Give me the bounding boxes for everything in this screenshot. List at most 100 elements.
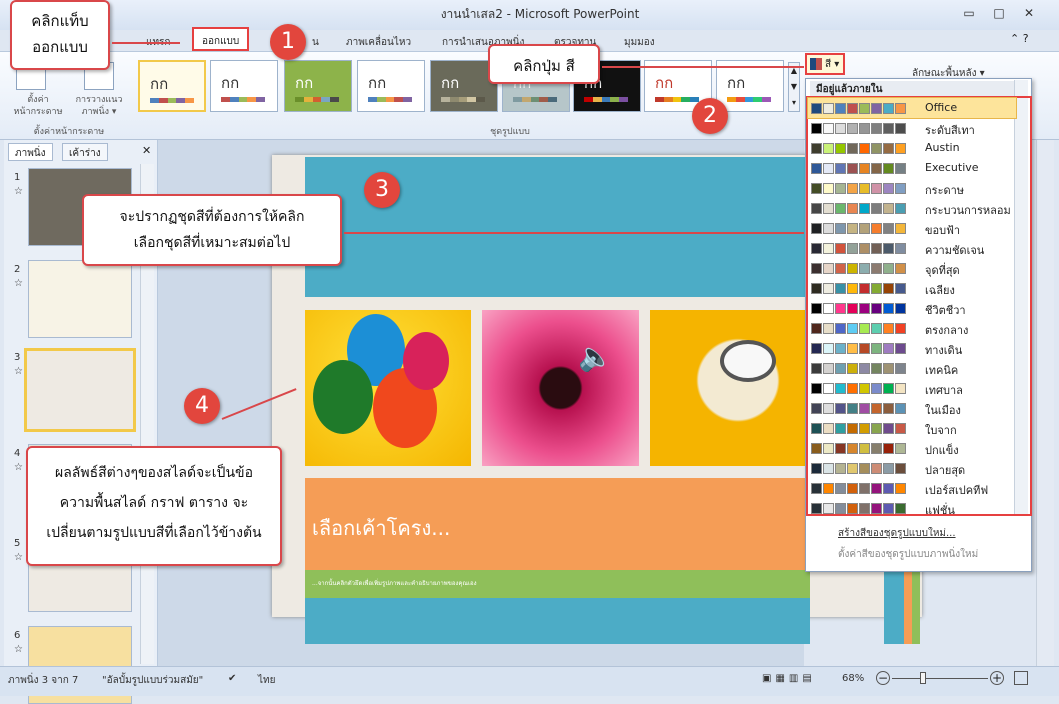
tab-6[interactable]: มุมมอง [618, 33, 661, 51]
language[interactable]: ไทย [258, 673, 275, 688]
zoom-slider[interactable] [892, 678, 988, 679]
color-swatches [811, 303, 906, 314]
help-icon[interactable]: ⌃ ? [1010, 32, 1029, 45]
color-swatches [811, 223, 906, 234]
callout-3: จะปรากฏชุดสีที่ต้องการให้คลิก เลือกชุดสี… [82, 194, 342, 266]
color-swatches [811, 203, 906, 214]
color-swatches [811, 323, 906, 334]
slide-counter: ภาพนิ่ง 3 จาก 7 [8, 675, 79, 686]
step-badge-2: 2 [692, 98, 728, 134]
window-title: งานนำเสล2 - Microsoft PowerPoint [440, 7, 640, 21]
color-scheme-name: เทศบาล [925, 384, 963, 397]
color-scheme-item[interactable]: ปกแข็ง [808, 438, 1016, 458]
tab-outline[interactable]: เค้าร่าง [62, 143, 108, 161]
reset-theme-colors[interactable]: ตั้งค่าสีของชุดรูปแบบภาพนิ่งใหม่ [838, 547, 978, 562]
colors-button[interactable]: สี ▾ [805, 53, 845, 75]
theme-name[interactable]: "อัลบั้มรูปแบบร่วมสมัย" [102, 673, 203, 688]
theme-sample-text: กก [368, 74, 387, 92]
color-scheme-item[interactable]: แฟชั่น [808, 498, 1016, 518]
zoom-out-button[interactable]: − [876, 671, 890, 685]
color-swatches [811, 443, 906, 454]
callout-3-arrow [344, 232, 804, 234]
color-scheme-item[interactable]: กระดาษ [808, 178, 1016, 198]
stage-scrollbar[interactable] [1036, 140, 1054, 666]
theme-thumbnail[interactable]: กก [357, 60, 425, 112]
tab-slides[interactable]: ภาพนิ่ง [8, 143, 53, 161]
theme-thumbnail[interactable]: กก [138, 60, 206, 112]
color-scheme-item[interactable]: เปอร์สเปคทีฟ [808, 478, 1016, 498]
color-scheme-item[interactable]: ระดับสีเทา [808, 118, 1016, 138]
color-scheme-name: เทคนิค [925, 364, 959, 377]
slide-title[interactable]: เลือกเค้าโครง... [312, 512, 450, 544]
color-scheme-item[interactable]: ใบจาก [808, 418, 1016, 438]
color-scheme-name: ชีวิตชีวา [925, 304, 966, 317]
zoom-in-button[interactable]: + [990, 671, 1004, 685]
maximize-button[interactable]: □ [988, 6, 1010, 22]
group-themes-label: ชุดรูปแบบ [490, 127, 530, 137]
color-scheme-name: ความชัดเจน [925, 244, 985, 257]
view-buttons[interactable]: ▣▦▥▤ [762, 673, 816, 684]
color-scheme-item[interactable]: Austin [808, 138, 1016, 158]
theme-color-bars [655, 97, 699, 102]
color-scheme-item[interactable]: Office [807, 97, 1017, 119]
group-page-setup-label: ตั้งค่าหน้ากระดาษ [33, 127, 105, 137]
color-scheme-name: เปอร์สเปคทีฟ [925, 484, 989, 497]
theme-thumbnail[interactable]: กก [210, 60, 278, 112]
color-scheme-item[interactable]: ปลายสุด [808, 458, 1016, 478]
color-scheme-item[interactable]: Executive [808, 158, 1016, 178]
theme-color-bars [727, 97, 771, 102]
color-scheme-name: จุดที่สุด [925, 264, 960, 277]
color-swatches [811, 383, 906, 394]
callout-1: คลิกแท็บ ออกแบบ [10, 0, 110, 70]
page-setup-button[interactable]: ตั้งค่า หน้ากระดาษ [8, 94, 68, 118]
close-button[interactable]: ✕ [1018, 6, 1040, 22]
scale-image[interactable] [650, 310, 810, 466]
color-scheme-item[interactable]: ในเมือง [808, 398, 1016, 418]
color-scheme-item[interactable]: ตรงกลาง [808, 318, 1016, 338]
theme-color-bars [150, 98, 194, 103]
color-scheme-name: กระดาษ [925, 184, 965, 197]
transition-star-icon: ☆ [14, 552, 23, 563]
color-scheme-item[interactable]: ทางเดิน [808, 338, 1016, 358]
color-swatches [811, 483, 906, 494]
zoom-slider-thumb[interactable] [920, 672, 926, 684]
color-swatches [811, 263, 906, 274]
dropdown-header: มีอยู่แล้วภายใน [810, 81, 1020, 97]
color-scheme-item[interactable]: กระบวนการหลอม [808, 198, 1016, 218]
zoom-level[interactable]: 68% [842, 673, 864, 684]
spellcheck-icon[interactable]: ✔ [228, 673, 236, 684]
tab-1[interactable]: ออกแบบ [192, 27, 250, 51]
theme-color-bars [368, 97, 412, 102]
color-scheme-item[interactable]: เทศบาล [808, 378, 1016, 398]
balloons-image[interactable] [305, 310, 471, 466]
step-badge-4: 4 [184, 388, 220, 424]
tab-2[interactable]: น [306, 33, 325, 51]
slide-subtitle[interactable]: ...จากนั้นคลิกตัวยึดเพื่อเพิ่มรูปภาพและค… [312, 578, 477, 588]
color-scheme-item[interactable]: ความชัดเจน [808, 238, 1016, 258]
theme-thumbnail[interactable]: กก [284, 60, 352, 112]
themes-scroll[interactable]: ▲ ▼ ▾ [788, 62, 800, 112]
create-theme-colors[interactable]: สร้างสีของชุดรูปแบบใหม่... [838, 526, 956, 541]
color-scheme-name: ตรงกลาง [925, 324, 969, 337]
theme-sample-text: กก [441, 74, 460, 92]
slide-thumbnail[interactable] [28, 260, 132, 338]
transition-star-icon: ☆ [14, 366, 23, 377]
color-scheme-item[interactable]: เฉลียง [808, 278, 1016, 298]
color-swatches [811, 283, 906, 294]
minimize-button[interactable]: ▭ [958, 6, 980, 22]
tab-3[interactable]: ภาพเคลื่อนไหว [340, 33, 417, 51]
orientation-button[interactable]: การวางแนว ภาพนิ่ง ▾ [66, 94, 132, 118]
theme-color-bars [584, 97, 628, 102]
slide-thumbnail[interactable] [24, 348, 136, 432]
theme-sample-text: กก [150, 75, 169, 93]
flower-image[interactable]: 🔈 [482, 310, 639, 466]
color-scheme-item[interactable]: ชีวิตชีวา [808, 298, 1016, 318]
panel-close-icon[interactable]: ✕ [142, 144, 151, 157]
color-scheme-item[interactable]: เทคนิค [808, 358, 1016, 378]
speaker-icon[interactable]: 🔈 [578, 340, 613, 373]
fit-to-window-icon[interactable] [1014, 671, 1028, 685]
color-scheme-name: เฉลียง [925, 284, 955, 297]
transition-star-icon: ☆ [14, 186, 23, 197]
color-scheme-item[interactable]: ขอบฟ้า [808, 218, 1016, 238]
color-scheme-item[interactable]: จุดที่สุด [808, 258, 1016, 278]
